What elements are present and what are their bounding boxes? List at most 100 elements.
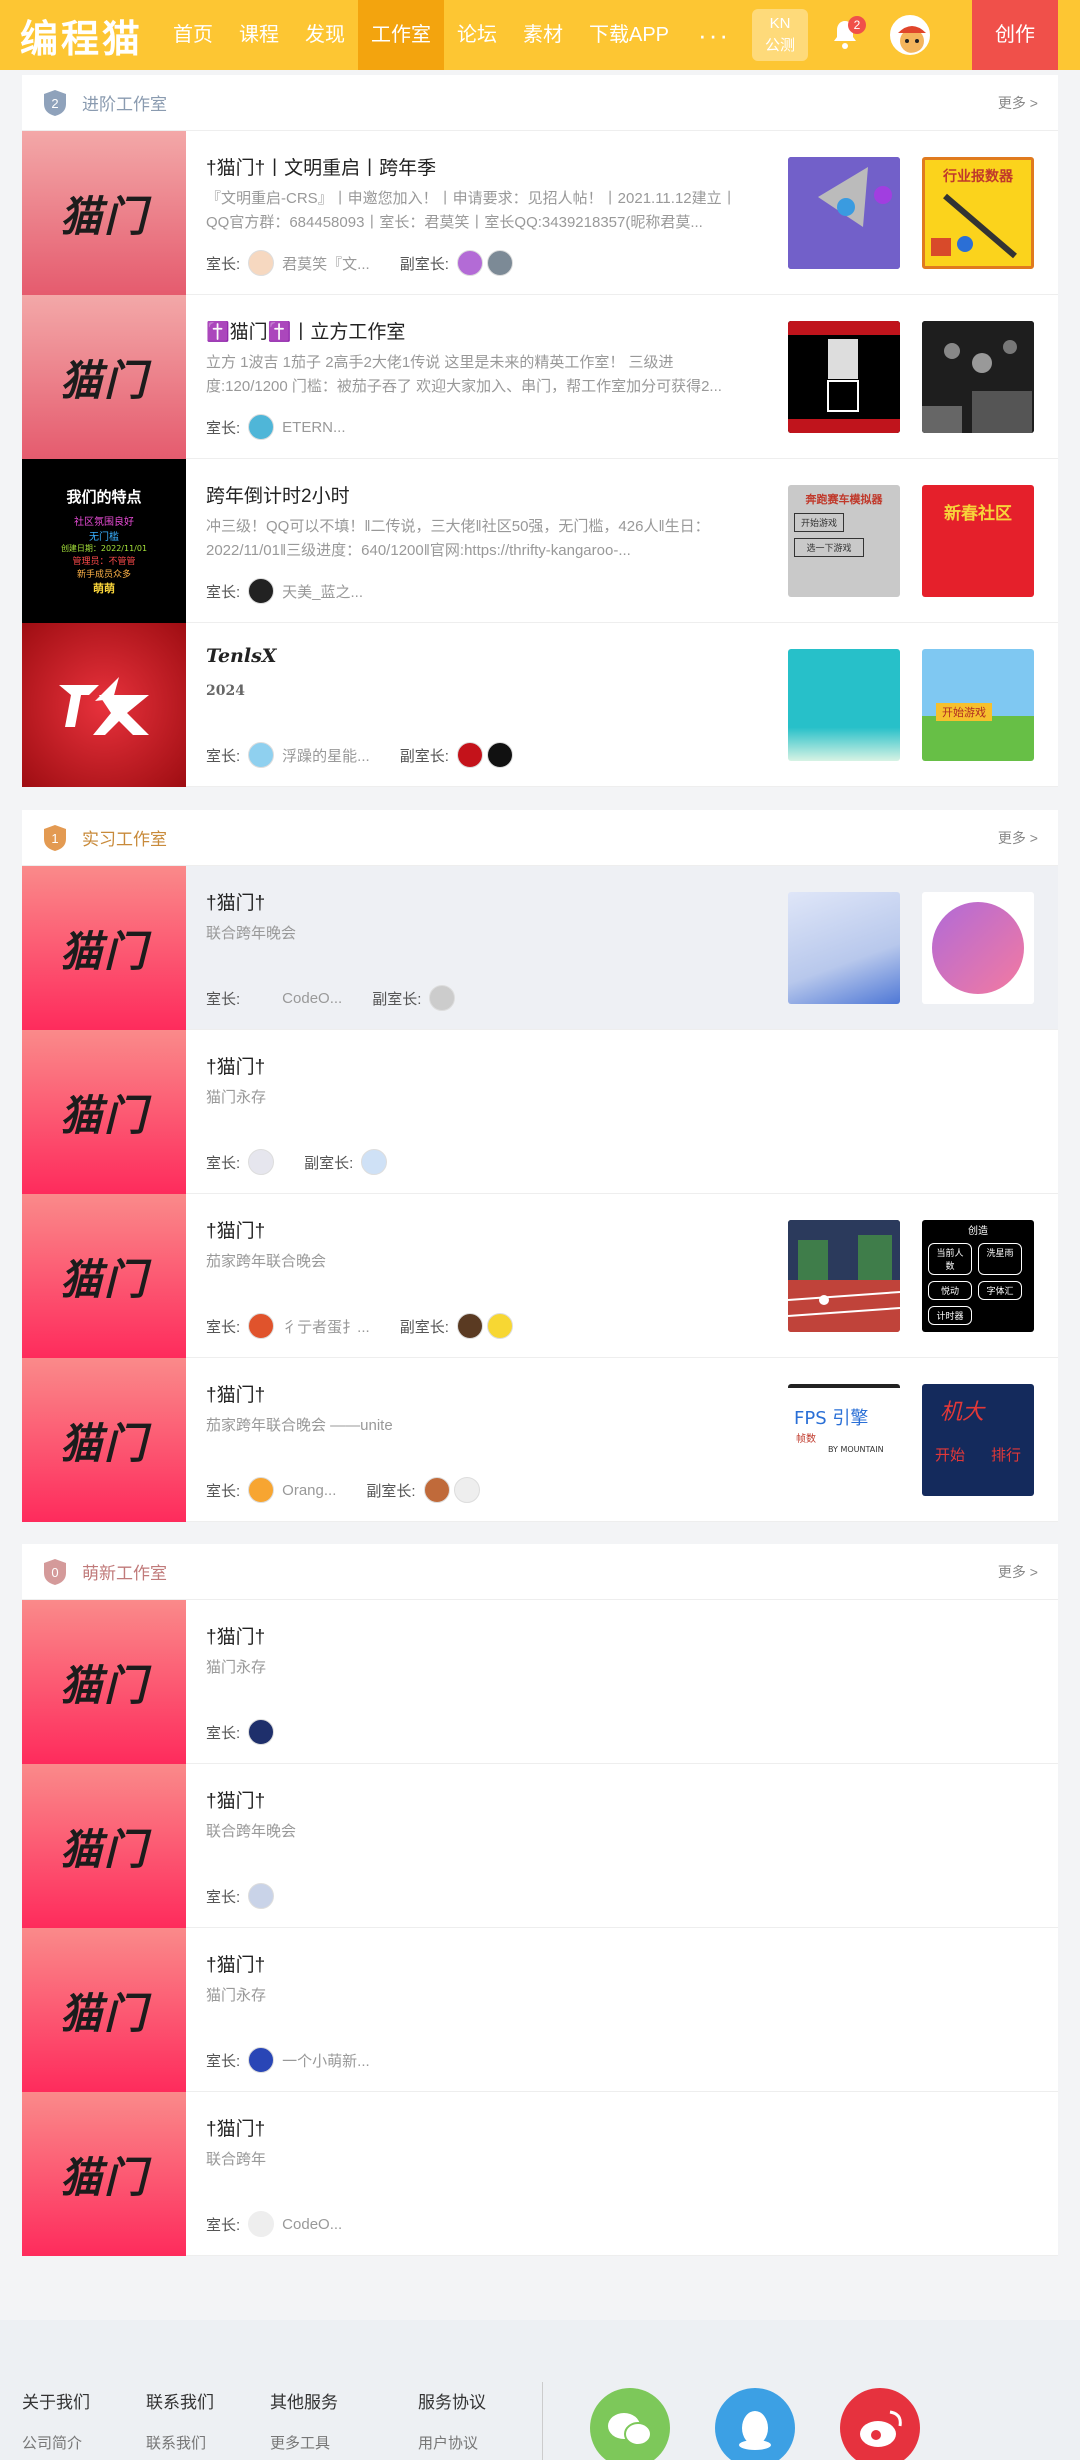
studio-name[interactable]: 跨年倒计时2小时 [206, 481, 350, 508]
owner-name[interactable]: CodeO... [282, 2216, 342, 2233]
owner-name[interactable]: 君莫笑『文... [282, 253, 370, 274]
owner-avatar[interactable] [248, 2047, 275, 2073]
nav-forum[interactable]: 论坛 [444, 0, 510, 70]
footer-user-agreement-link[interactable]: 用户协议 [418, 2432, 478, 2453]
vice-owner-label: 副室长: [399, 1318, 449, 1336]
owner-avatar[interactable] [248, 742, 275, 768]
notification-bell-icon[interactable]: 2 [830, 16, 867, 52]
nav-courses[interactable]: 课程 [226, 0, 292, 70]
cover-line: 无门槛 [89, 532, 119, 543]
vice-owner-avatar[interactable] [423, 1477, 450, 1503]
section-more-link[interactable]: 更多 > [998, 828, 1038, 848]
more-menu-icon[interactable]: ··· [682, 20, 746, 51]
studio-name[interactable]: †猫门† [206, 1950, 265, 1977]
vice-owner-avatar[interactable] [486, 250, 513, 276]
studio-card[interactable]: 猫门 †猫门† 茄家跨年联合晚会 ——unite 室长: Orang... 副室… [22, 1358, 1058, 1522]
studio-name[interactable]: TenlsX [206, 645, 277, 667]
weibo-icon[interactable] [840, 2388, 920, 2460]
studio-card[interactable]: 猫门 †猫门† 联合跨年晚会 室长: [22, 1764, 1058, 1928]
footer-other-services[interactable]: 其他服务 [270, 2388, 338, 2413]
qq-icon[interactable] [715, 2388, 795, 2460]
owner-avatar[interactable] [248, 1883, 275, 1909]
owner-avatar[interactable] [248, 414, 275, 440]
nav-home[interactable]: 首页 [160, 0, 226, 70]
user-avatar[interactable] [890, 15, 931, 55]
work-thumbnail[interactable] [788, 649, 900, 761]
studio-card[interactable]: 猫门 †猫门† 猫门永存 室长: 副室长: [22, 1030, 1058, 1194]
vice-owner-avatar[interactable] [429, 985, 456, 1011]
footer-service-agreement[interactable]: 服务协议 [418, 2388, 486, 2413]
studio-name[interactable]: †猫门† [206, 1216, 265, 1243]
work-thumbnail[interactable]: 奔跑赛车模拟器 开始游戏 选一下游戏 [788, 485, 900, 597]
kn-beta-button[interactable]: KN 公测 [752, 9, 809, 61]
owner-name[interactable]: 彳亍者蛋扌... [282, 1316, 370, 1337]
work-thumbnail[interactable]: FPS 引擎 帧数 BY MOUNTAIN [788, 1384, 900, 1496]
site-logo[interactable]: 编程猫 [20, 8, 160, 63]
work-thumbnail[interactable] [922, 321, 1034, 433]
owner-avatar[interactable] [248, 1149, 275, 1175]
owner-avatar[interactable] [248, 985, 274, 1011]
studio-card[interactable]: 我们的特点 社区氛围良好 无门槛 创建日期：2022/11/01 管理员：不管管… [22, 459, 1058, 623]
owner-avatar[interactable] [248, 1719, 275, 1745]
nav-download-app[interactable]: 下载APP [576, 0, 682, 70]
owner-avatar[interactable] [248, 250, 275, 276]
work-thumbnail[interactable] [788, 321, 900, 433]
section-more-link[interactable]: 更多 > [998, 1562, 1038, 1582]
work-thumbnail[interactable]: 开始游戏 [922, 649, 1034, 761]
wechat-icon[interactable] [590, 2388, 670, 2460]
studio-card[interactable]: 猫门 †猫门†丨文明重启丨跨年季 『文明重启-CRS』丨申邀您加入！丨申请要求：… [22, 131, 1058, 295]
studio-name[interactable]: ✝️猫门✝️丨立方工作室 [206, 317, 405, 344]
studio-card[interactable]: TenlsX 2024 室长: 浮躁的星能... 副室长: 开始游戏 [22, 623, 1058, 787]
owner-avatar[interactable] [248, 2211, 275, 2237]
nav-discover[interactable]: 发现 [292, 0, 358, 70]
studio-card[interactable]: 猫门 ✝️猫门✝️丨立方工作室 立方 1波吉 1茄子 2高手2大佬1传说 这里是… [22, 295, 1058, 459]
work-thumbnail[interactable] [788, 892, 900, 1004]
owner-name[interactable]: 浮躁的星能... [282, 745, 370, 766]
vice-owner-avatar[interactable] [361, 1149, 388, 1175]
work-thumbnail[interactable]: 机大 开始 排行 [922, 1384, 1034, 1496]
owner-avatar[interactable] [248, 1477, 275, 1503]
studio-name[interactable]: †猫门† [206, 1052, 265, 1079]
footer-about-us[interactable]: 关于我们 [22, 2388, 90, 2413]
studio-name[interactable]: †猫门† [206, 1380, 265, 1407]
footer-more-tools-link[interactable]: 更多工具 [270, 2432, 330, 2453]
vice-owner-avatar[interactable] [456, 742, 483, 768]
vice-owner-avatar[interactable] [453, 1477, 480, 1503]
studio-name[interactable]: †猫门† [206, 1622, 265, 1649]
owner-avatar[interactable] [248, 578, 275, 604]
work-thumbnail[interactable]: 创造 当前人数 洗星雨 悦动 字体汇 计时器 [922, 1220, 1034, 1332]
studio-card[interactable]: 猫门 †猫门† 联合跨年晚会 室长: CodeO... 副室长: [22, 866, 1058, 1030]
studio-card[interactable]: 猫门 †猫门† 猫门永存 室长: [22, 1600, 1058, 1764]
create-button[interactable]: 创作 [972, 0, 1058, 70]
studio-name[interactable]: †猫门†丨文明重启丨跨年季 [206, 153, 436, 180]
studio-name[interactable]: †猫门† [206, 1786, 265, 1813]
nav-materials[interactable]: 素材 [510, 0, 576, 70]
work-thumbnail[interactable] [922, 892, 1034, 1004]
vice-owner-avatar[interactable] [456, 1313, 483, 1339]
studio-card[interactable]: 猫门 †猫门† 茄家跨年联合晚会 室长: 彳亍者蛋扌... 副室长: 创造 当前… [22, 1194, 1058, 1358]
owner-avatar[interactable] [248, 1313, 275, 1339]
vice-owner-avatar[interactable] [486, 742, 513, 768]
footer-company-intro-link[interactable]: 公司简介 [22, 2432, 82, 2453]
studio-card[interactable]: 猫门 †猫门† 猫门永存 室长: 一个小萌新... [22, 1928, 1058, 2092]
vice-owner-avatar[interactable] [456, 250, 483, 276]
studio-name[interactable]: †猫门† [206, 2114, 265, 2141]
owner-name[interactable]: Orang... [282, 1482, 336, 1499]
work-thumbnail[interactable]: 新春社区 [922, 485, 1034, 597]
owner-label: 室长: [206, 1724, 241, 1742]
studio-card[interactable]: 猫门 †猫门† 联合跨年 室长: CodeO... [22, 2092, 1058, 2256]
owner-name[interactable]: 一个小萌新... [282, 2050, 370, 2071]
owner-name[interactable]: 天美_蓝之... [282, 581, 363, 602]
owner-name[interactable]: ETERN... [282, 419, 345, 436]
nav-studio[interactable]: 工作室 [358, 0, 444, 70]
footer-contact-us[interactable]: 联系我们 [146, 2388, 214, 2413]
work-thumbnail[interactable]: 行业报数器 [922, 157, 1034, 269]
work-thumbnail[interactable] [788, 157, 900, 269]
owner-name[interactable]: CodeO... [282, 990, 342, 1007]
vice-owner-avatar[interactable] [486, 1313, 513, 1339]
footer-contact-link[interactable]: 联系我们 [146, 2432, 206, 2453]
section-more-link[interactable]: 更多 > [998, 93, 1038, 113]
studio-managers: 室长: [206, 1881, 275, 1911]
work-thumbnail[interactable] [788, 1220, 900, 1332]
studio-name[interactable]: †猫门† [206, 888, 265, 915]
